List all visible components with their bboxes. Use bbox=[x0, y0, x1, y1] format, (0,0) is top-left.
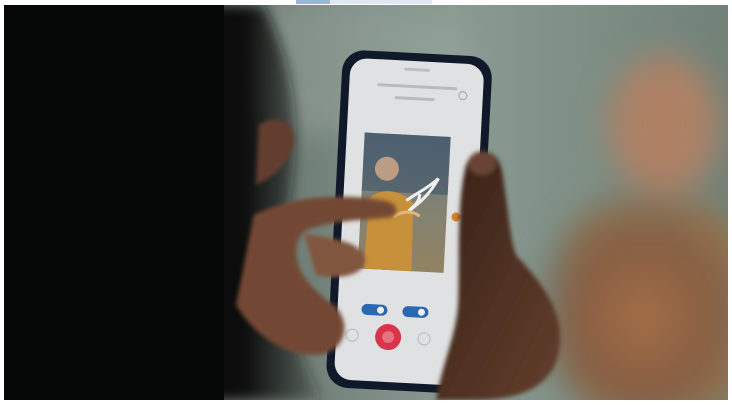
video-progress-fill bbox=[296, 0, 432, 4]
video-progress-track[interactable] bbox=[0, 0, 732, 4]
video-frame bbox=[4, 5, 728, 400]
scene-photo bbox=[4, 5, 728, 400]
